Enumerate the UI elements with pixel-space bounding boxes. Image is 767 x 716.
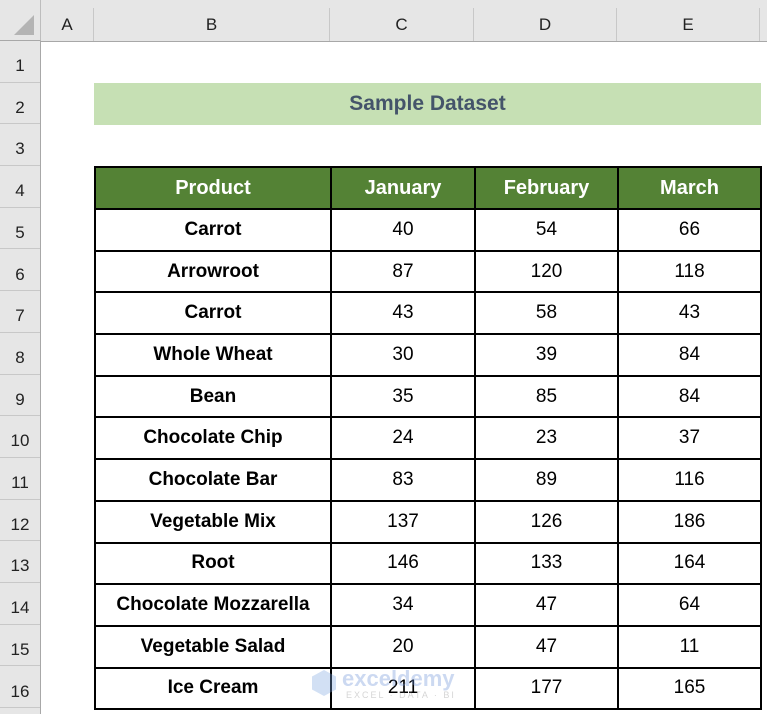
march-cell[interactable]: 118 <box>617 249 762 294</box>
row-header-12[interactable]: 12 <box>0 500 40 542</box>
march-cell[interactable]: 11 <box>617 624 762 669</box>
column-header-bar: A B C D E <box>41 0 767 42</box>
table-row: Carrot 40 54 66 <box>94 208 762 252</box>
row-header-2[interactable]: 2 <box>0 83 40 125</box>
header-march[interactable]: March <box>617 166 762 210</box>
march-cell[interactable]: 165 <box>617 666 762 711</box>
row-header-9[interactable]: 9 <box>0 375 40 417</box>
february-cell[interactable]: 89 <box>474 458 619 502</box>
select-all-corner[interactable] <box>0 0 41 41</box>
row-header-bar: 1 2 3 4 5 6 7 8 9 10 11 12 13 14 15 16 <box>0 41 41 714</box>
column-header-c[interactable]: C <box>330 8 474 41</box>
january-cell[interactable]: 211 <box>330 666 476 711</box>
row-header-1[interactable]: 1 <box>0 41 40 83</box>
february-cell[interactable]: 23 <box>474 416 619 461</box>
january-cell[interactable]: 24 <box>330 416 476 461</box>
march-cell[interactable]: 37 <box>617 416 762 461</box>
march-cell[interactable]: 84 <box>617 333 762 377</box>
header-january[interactable]: January <box>330 166 476 210</box>
row-header-6[interactable]: 6 <box>0 250 40 292</box>
february-cell[interactable]: 126 <box>474 499 619 544</box>
product-cell[interactable]: Chocolate Bar <box>94 458 332 502</box>
march-cell[interactable]: 164 <box>617 541 762 586</box>
march-cell[interactable]: 43 <box>617 291 762 336</box>
column-header-b[interactable]: B <box>94 8 330 41</box>
row-header-11[interactable]: 11 <box>0 458 40 500</box>
table-row: Vegetable Salad 20 47 11 <box>94 624 762 669</box>
january-cell[interactable]: 34 <box>330 583 476 627</box>
table-row: Root 146 133 164 <box>94 541 762 586</box>
january-cell[interactable]: 137 <box>330 499 476 544</box>
row-header-13[interactable]: 13 <box>0 541 40 584</box>
row-header-3[interactable]: 3 <box>0 124 40 167</box>
select-all-triangle-icon <box>14 15 34 35</box>
row-header-10[interactable]: 10 <box>0 416 40 458</box>
january-cell[interactable]: 35 <box>330 374 476 419</box>
row-header-8[interactable]: 8 <box>0 333 40 375</box>
february-cell[interactable]: 177 <box>474 666 619 711</box>
january-cell[interactable]: 43 <box>330 291 476 336</box>
row-header-16[interactable]: 16 <box>0 667 40 709</box>
january-cell[interactable]: 146 <box>330 541 476 586</box>
product-cell[interactable]: Vegetable Salad <box>94 624 332 669</box>
table-row: Bean 35 85 84 <box>94 374 762 419</box>
product-cell[interactable]: Chocolate Chip <box>94 416 332 461</box>
row-header-14[interactable]: 14 <box>0 583 40 625</box>
january-cell[interactable]: 40 <box>330 208 476 252</box>
january-cell[interactable]: 83 <box>330 458 476 502</box>
header-february[interactable]: February <box>474 166 619 210</box>
table-row: Ice Cream 211 177 165 <box>94 666 762 711</box>
row-header-15[interactable]: 15 <box>0 625 40 667</box>
row-header-7[interactable]: 7 <box>0 291 40 333</box>
sample-dataset-table: Product January February March Carrot 40 5… <box>94 166 762 711</box>
january-cell[interactable]: 30 <box>330 333 476 377</box>
product-cell[interactable]: Carrot <box>94 208 332 252</box>
february-cell[interactable]: 47 <box>474 624 619 669</box>
product-cell[interactable]: Carrot <box>94 291 332 336</box>
sheet-title-cell[interactable]: Sample Dataset <box>94 83 761 125</box>
march-cell[interactable]: 84 <box>617 374 762 419</box>
product-cell[interactable]: Chocolate Mozzarella <box>94 583 332 627</box>
february-cell[interactable]: 58 <box>474 291 619 336</box>
product-cell[interactable]: Vegetable Mix <box>94 499 332 544</box>
column-header-a[interactable]: A <box>41 8 94 41</box>
table-row: Chocolate Chip 24 23 37 <box>94 416 762 461</box>
product-cell[interactable]: Ice Cream <box>94 666 332 711</box>
table-row: Chocolate Bar 83 89 116 <box>94 458 762 502</box>
product-cell[interactable]: Arrowroot <box>94 249 332 294</box>
table-header-row: Product January February March <box>94 166 762 210</box>
march-cell[interactable]: 66 <box>617 208 762 252</box>
table-row: Carrot 43 58 43 <box>94 291 762 336</box>
february-cell[interactable]: 39 <box>474 333 619 377</box>
january-cell[interactable]: 87 <box>330 249 476 294</box>
row-header-5[interactable]: 5 <box>0 208 40 250</box>
table-row: Chocolate Mozzarella 34 47 64 <box>94 583 762 627</box>
february-cell[interactable]: 133 <box>474 541 619 586</box>
february-cell[interactable]: 85 <box>474 374 619 419</box>
march-cell[interactable]: 64 <box>617 583 762 627</box>
column-header-e[interactable]: E <box>617 8 760 41</box>
row-header-4[interactable]: 4 <box>0 166 40 208</box>
march-cell[interactable]: 186 <box>617 499 762 544</box>
product-cell[interactable]: Bean <box>94 374 332 419</box>
column-header-d[interactable]: D <box>474 8 617 41</box>
february-cell[interactable]: 120 <box>474 249 619 294</box>
february-cell[interactable]: 47 <box>474 583 619 627</box>
table-row: Arrowroot 87 120 118 <box>94 249 762 294</box>
table-row: Vegetable Mix 137 126 186 <box>94 499 762 544</box>
february-cell[interactable]: 54 <box>474 208 619 252</box>
table-row: Whole Wheat 30 39 84 <box>94 333 762 377</box>
header-product[interactable]: Product <box>94 166 332 210</box>
march-cell[interactable]: 116 <box>617 458 762 502</box>
product-cell[interactable]: Root <box>94 541 332 586</box>
january-cell[interactable]: 20 <box>330 624 476 669</box>
product-cell[interactable]: Whole Wheat <box>94 333 332 377</box>
